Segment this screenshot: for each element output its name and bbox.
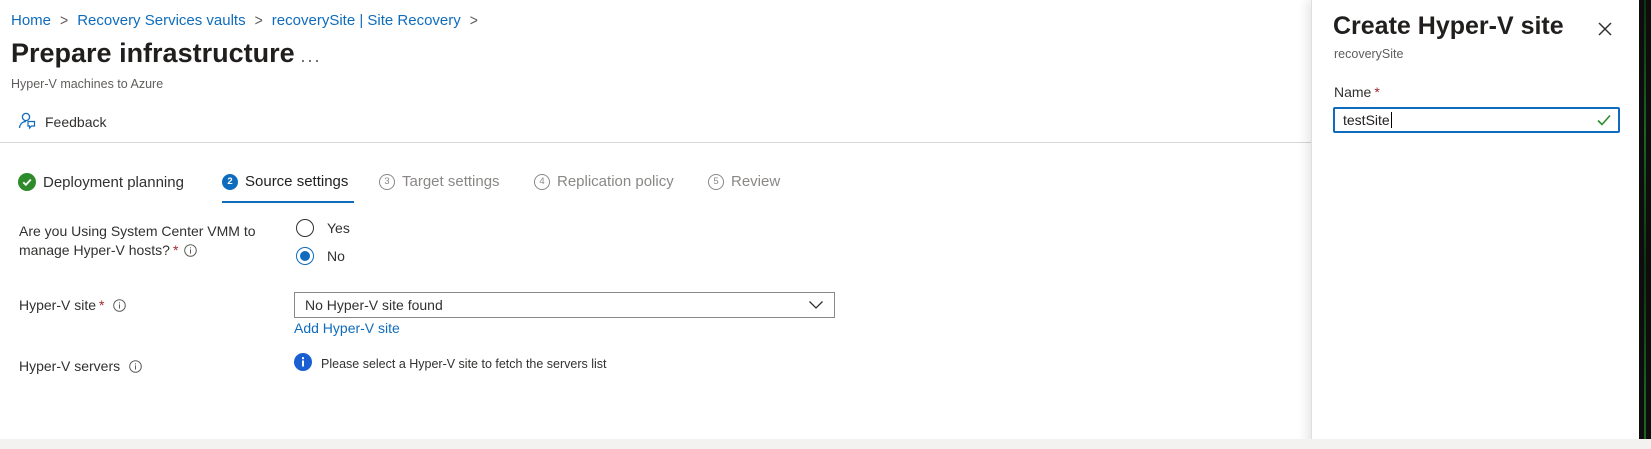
page-subtitle: Hyper-V machines to Azure xyxy=(11,77,164,91)
bottom-edge xyxy=(0,439,1651,449)
more-options-button[interactable]: ··· xyxy=(300,50,321,71)
chevron-right-icon: > xyxy=(254,11,263,29)
breadcrumb-recovery-services-vaults[interactable]: Recovery Services vaults xyxy=(77,12,245,29)
step-label: Source settings xyxy=(245,173,349,190)
radio-button[interactable] xyxy=(296,247,314,265)
hyperv-site-label-text: Hyper-V site xyxy=(19,297,97,313)
info-icon[interactable] xyxy=(129,359,142,378)
feedback-label: Feedback xyxy=(45,114,107,130)
create-hyperv-site-blade: Create Hyper-V site recoverySite Name * t… xyxy=(1311,0,1640,449)
step-replication-policy[interactable]: 4 Replication policy xyxy=(534,173,674,190)
checkmark-circle-icon xyxy=(18,173,36,191)
step-number: 2 xyxy=(222,173,238,190)
active-step-indicator xyxy=(222,201,354,203)
step-label: Replication policy xyxy=(557,173,674,190)
radio-button[interactable] xyxy=(296,219,314,237)
hyperv-site-dropdown[interactable]: No Hyper-V site found xyxy=(294,292,835,318)
page-title: Prepare infrastructure xyxy=(11,38,295,68)
site-name-input[interactable]: testSite xyxy=(1333,107,1620,133)
step-source-settings[interactable]: 2 Source settings xyxy=(222,173,348,190)
step-label: Review xyxy=(731,173,781,190)
screen: Home > Recovery Services vaults > recoverySi… xyxy=(0,0,1651,449)
checkmark-icon xyxy=(1596,113,1612,130)
radio-label: Yes xyxy=(327,220,350,236)
hyperv-servers-label-text: Hyper-V servers xyxy=(19,358,121,374)
radio-yes[interactable]: Yes xyxy=(296,219,350,237)
radio-label: No xyxy=(327,248,345,264)
command-bar-divider xyxy=(0,142,1311,143)
chevron-right-icon: > xyxy=(60,11,69,29)
blade-subtitle: recoverySite xyxy=(1334,47,1404,61)
vmm-question-label: Are you Using System Center VMM to manag… xyxy=(19,222,256,262)
name-label-text: Name xyxy=(1334,84,1372,100)
step-number: 3 xyxy=(379,173,395,190)
hyperv-site-label: Hyper-V site * xyxy=(19,296,127,317)
step-number: 5 xyxy=(708,173,724,190)
breadcrumb-site-recovery[interactable]: recoverySite | Site Recovery xyxy=(272,12,461,29)
vmm-question-line1: Are you Using System Center VMM to xyxy=(19,223,256,239)
servers-info-message: Please select a Hyper-V site to fetch th… xyxy=(294,353,607,374)
chevron-down-icon xyxy=(808,297,824,313)
hyperv-servers-label: Hyper-V servers xyxy=(19,357,142,378)
site-name-value: testSite xyxy=(1343,112,1390,128)
required-marker: * xyxy=(172,242,179,258)
step-label: Deployment planning xyxy=(43,173,184,191)
info-message-text: Please select a Hyper-V site to fetch th… xyxy=(321,356,607,371)
feedback-icon xyxy=(17,111,36,133)
feedback-button[interactable]: Feedback xyxy=(17,111,106,133)
window-edge xyxy=(1639,0,1651,449)
edge-glow xyxy=(1644,0,1646,449)
radio-selected-dot xyxy=(300,251,310,261)
vmm-question-line2: manage Hyper-V hosts? xyxy=(19,242,170,258)
chevron-right-icon: > xyxy=(469,11,478,29)
step-label: Target settings xyxy=(402,173,500,190)
text-caret xyxy=(1390,112,1392,128)
breadcrumb-home[interactable]: Home xyxy=(11,12,51,29)
info-icon[interactable] xyxy=(184,243,198,262)
required-marker: * xyxy=(1374,84,1380,100)
name-label: Name * xyxy=(1334,84,1380,100)
main-content: Home > Recovery Services vaults > recoverySi… xyxy=(0,0,1311,449)
add-hyperv-site-link[interactable]: Add Hyper-V site xyxy=(294,320,400,336)
close-icon[interactable] xyxy=(1596,20,1614,38)
step-review[interactable]: 5 Review xyxy=(708,173,780,190)
step-target-settings[interactable]: 3 Target settings xyxy=(379,173,500,190)
step-number: 4 xyxy=(534,173,550,190)
info-icon[interactable] xyxy=(113,298,127,317)
required-marker: * xyxy=(99,297,105,313)
breadcrumb: Home > Recovery Services vaults > recoverySi… xyxy=(11,11,487,29)
blade-title: Create Hyper-V site xyxy=(1333,12,1564,40)
info-filled-icon xyxy=(294,353,312,374)
step-deployment-planning[interactable]: Deployment planning xyxy=(18,173,184,191)
dropdown-value: No Hyper-V site found xyxy=(305,297,443,313)
radio-no[interactable]: No xyxy=(296,247,345,265)
